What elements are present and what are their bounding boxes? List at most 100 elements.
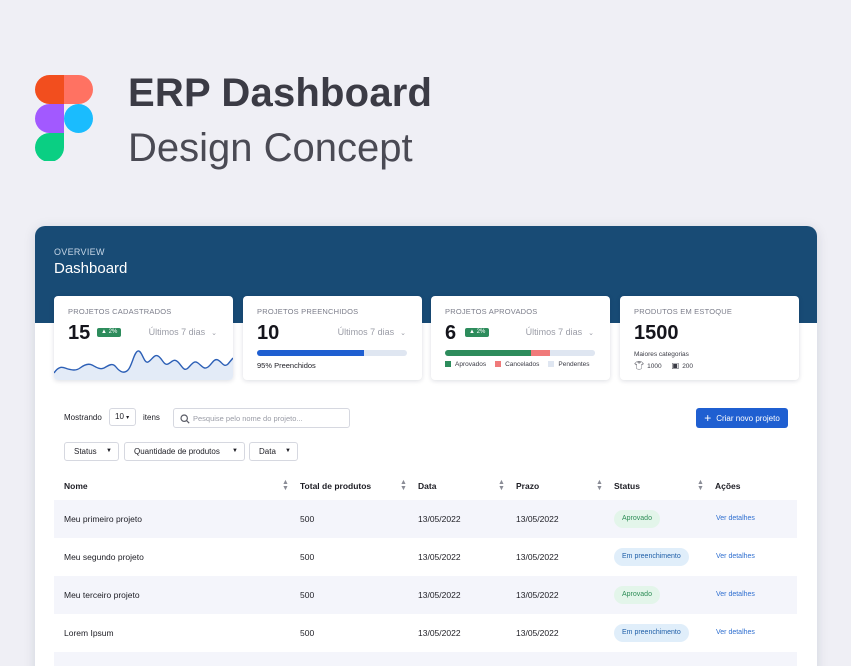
tshirt-icon: 👕︎ [634, 361, 645, 370]
column-header-date[interactable]: Data [418, 481, 436, 491]
search-box[interactable] [173, 408, 350, 428]
cell-name: Meu segundo projeto [64, 552, 144, 562]
chevron-down-icon: ⌄ [211, 330, 217, 337]
column-header-status[interactable]: Status [614, 481, 640, 491]
search-icon [180, 414, 190, 424]
card-title: PROJETOS PREENCHIDOS [257, 307, 359, 316]
sort-icon[interactable]: ▲ ▼ [596, 479, 603, 492]
sort-icon[interactable]: ▲ ▼ [498, 479, 505, 492]
view-details-link[interactable]: Ver detalhes [716, 553, 755, 560]
view-details-link[interactable]: Ver detalhes [716, 591, 755, 598]
table-row: Meu terceiro projeto 500 13/05/2022 13/0… [54, 576, 797, 614]
legend-pending: Pendentes [548, 361, 590, 368]
period-label: Últimos 7 dias [525, 327, 583, 337]
approval-legend: Aprovados Cancelados Pendentes [445, 361, 590, 368]
period-label: Últimos 7 dias [148, 327, 206, 337]
plus-icon: + [704, 411, 712, 425]
status-badge: Em preenchimento [614, 624, 689, 642]
cell-deadline: 13/05/2022 [516, 552, 559, 562]
cell-total: 500 [300, 628, 315, 638]
chevron-down-icon: ⌄ [588, 330, 594, 337]
cell-deadline: 13/05/2022 [516, 628, 559, 638]
column-header-actions: Ações [715, 481, 741, 491]
stat-card-stock: PRODUTOS EM ESTOQUE 1500 Maiores categor… [620, 296, 799, 380]
period-select[interactable]: Últimos 7 dias ⌄ [338, 327, 406, 337]
status-badge: Em preenchimento [614, 548, 689, 566]
filter-product-quantity[interactable]: Quantidade de produtos ▼ [124, 442, 245, 461]
period-select[interactable]: Últimos 7 dias ⌄ [149, 327, 217, 337]
filter-status[interactable]: Status ▼ [64, 442, 119, 461]
column-header-total[interactable]: Total de produtos [300, 481, 371, 491]
chevron-down-icon: ⌄ [400, 330, 406, 337]
legend-cancelled: Cancelados [495, 361, 539, 368]
cell-total: 500 [300, 590, 315, 600]
bar-segment-cancelados [530, 350, 550, 356]
create-project-button[interactable]: + Criar novo projeto [696, 408, 788, 428]
column-header-deadline[interactable]: Prazo [516, 481, 539, 491]
card-title: PROJETOS APROVADOS [445, 307, 538, 316]
caret-down-icon: ▾ [126, 415, 130, 421]
categories-list: 👕︎ 1000 ▣ 200 [634, 361, 693, 370]
cell-date: 13/05/2022 [418, 628, 461, 638]
filter-date[interactable]: Data ▼ [249, 442, 298, 461]
sparkline-chart [54, 350, 233, 380]
table-row: Meu segundo projeto 500 13/05/2022 13/05… [54, 538, 797, 576]
sort-icon[interactable]: ▲ ▼ [400, 479, 407, 492]
hero-subtitle: Design Concept [128, 126, 413, 170]
card-title: PRODUTOS EM ESTOQUE [634, 307, 733, 316]
hero-title: ERP Dashboard [128, 71, 433, 115]
items-label: itens [143, 413, 160, 422]
app-frame: OVERVIEW Dashboard PROJETOS CADASTRADOS … [35, 226, 817, 666]
bar-segment-aprovados [445, 350, 531, 356]
view-details-link[interactable]: Ver detalhes [716, 629, 755, 636]
legend-approved: Aprovados [445, 361, 486, 368]
card-value: 1500 [634, 322, 679, 344]
cell-name: Lorem Ipsum [64, 628, 114, 638]
page-size-select[interactable]: 10 ▾ [109, 408, 136, 426]
table-row [54, 652, 797, 666]
category-item: ▣ 200 [671, 361, 694, 370]
caret-down-icon: ▼ [285, 448, 291, 454]
cell-name: Meu terceiro projeto [64, 590, 140, 600]
period-select[interactable]: Últimos 7 dias ⌄ [526, 327, 594, 337]
progress-fill [257, 350, 364, 356]
cell-date: 13/05/2022 [418, 590, 461, 600]
sort-icon[interactable]: ▲ ▼ [697, 479, 704, 492]
fill-progress-bar [257, 350, 407, 356]
status-badge: Aprovado [614, 510, 660, 528]
progress-label: 95% Preenchidos [257, 361, 316, 370]
stat-card-registered: PROJETOS CADASTRADOS 15 ▲ 2% Últimos 7 d… [54, 296, 233, 380]
card-value: 6 [445, 322, 457, 344]
sort-icon[interactable]: ▲ ▼ [282, 479, 289, 492]
period-label: Últimos 7 dias [337, 327, 395, 337]
card-value: 10 [257, 322, 280, 344]
category-item: 👕︎ 1000 [634, 361, 662, 370]
filter-label: Data [259, 447, 276, 456]
trend-badge: ▲ 2% [465, 328, 490, 337]
column-header-name[interactable]: Nome [64, 481, 88, 491]
table-row: Lorem Ipsum 500 13/05/2022 13/05/2022 Em… [54, 614, 797, 652]
cell-deadline: 13/05/2022 [516, 590, 559, 600]
filter-label: Status [74, 447, 97, 456]
create-project-label: Criar novo projeto [716, 414, 780, 423]
approval-stacked-bar [445, 350, 595, 356]
stat-card-approved: PROJETOS APROVADOS 6 ▲ 2% Últimos 7 dias… [431, 296, 610, 380]
cell-date: 13/05/2022 [418, 552, 461, 562]
categories-label: Maiores categorias [634, 351, 689, 358]
cell-total: 500 [300, 552, 315, 562]
page-size-value: 10 [115, 412, 124, 421]
view-details-link[interactable]: Ver detalhes [716, 515, 755, 522]
caret-down-icon: ▼ [106, 448, 112, 454]
chip-icon: ▣ [671, 361, 680, 370]
bar-segment-pendentes [550, 350, 595, 356]
table-row: Meu primeiro projeto 500 13/05/2022 13/0… [54, 500, 797, 538]
caret-down-icon: ▼ [232, 448, 238, 454]
card-value: 15 [68, 322, 91, 344]
page-title: Dashboard [54, 260, 128, 277]
cell-date: 13/05/2022 [418, 514, 461, 524]
search-input[interactable] [193, 412, 343, 425]
showing-label: Mostrando [64, 413, 102, 422]
status-badge: Aprovado [614, 586, 660, 604]
page-overline: OVERVIEW [54, 247, 105, 257]
figma-logo-icon [35, 75, 93, 161]
